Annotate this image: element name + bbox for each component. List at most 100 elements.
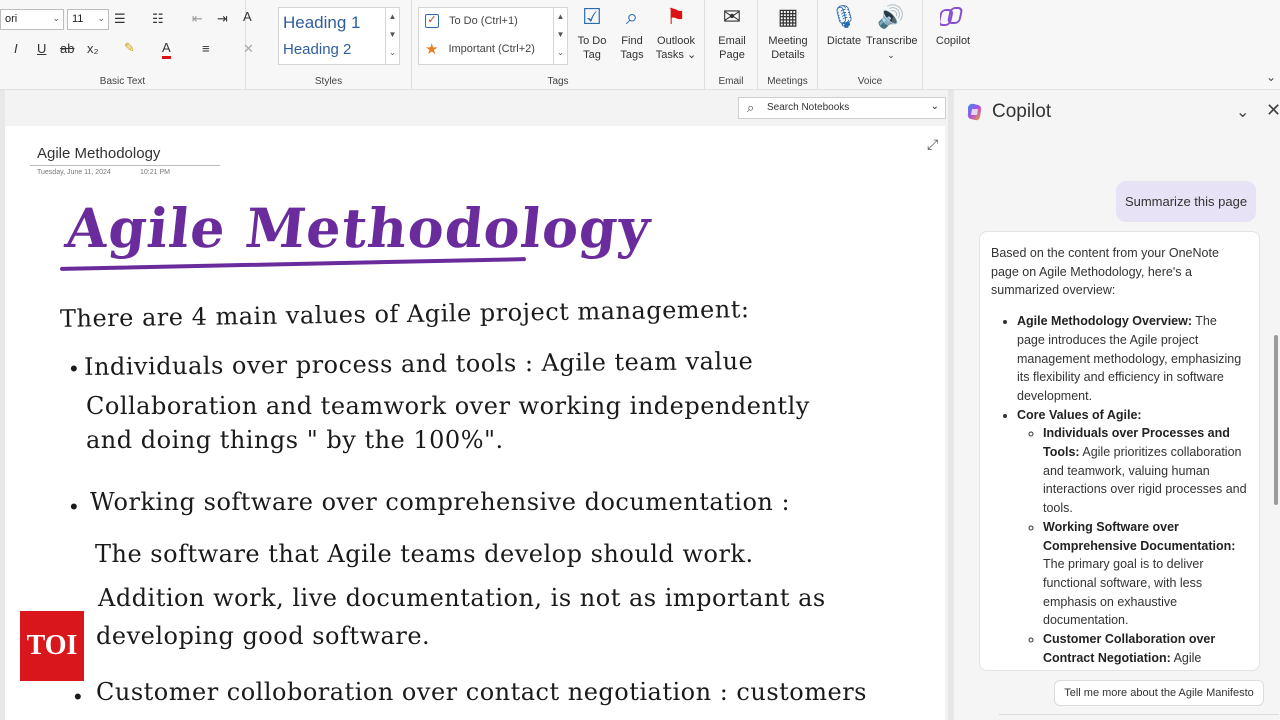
tag-todo[interactable]: ✓ To Do (Ctrl+1) <box>425 14 518 28</box>
copilot-icon <box>930 4 976 30</box>
chevron-down-icon: ⌄ <box>97 13 105 23</box>
ink-line[interactable]: Customer colloboration over contact nego… <box>96 678 867 706</box>
ink-line[interactable]: The software that Agile teams develop sh… <box>95 540 754 568</box>
ink-line[interactable]: Individuals over process and tools : Agi… <box>84 347 753 381</box>
copilot-title: Copilot <box>992 101 1052 122</box>
subscript-icon[interactable]: x₂ <box>87 41 99 57</box>
find-tags-button[interactable]: ⌕ Find Tags <box>614 4 650 62</box>
ink-line[interactable]: and doing things " by the 100%". <box>86 426 504 454</box>
voice-label: Voice <box>857 76 883 87</box>
tag-todo-label: To Do (Ctrl+1) <box>449 15 518 27</box>
tag-important-label: Important (Ctrl+2) <box>448 43 535 55</box>
italic-icon[interactable]: I <box>14 41 18 57</box>
more-icon[interactable]: ⌄ <box>554 44 567 62</box>
basic-text-group: ori ⌄ 11 ⌄ ☰ ☷ ⇤ ⇥ A I U ab x₂ ✎ A ≡ ✕ B… <box>0 0 254 90</box>
reply-intro: Based on the content from your OneNote p… <box>991 246 1219 298</box>
ink-line[interactable]: Addition work, live documentation, is no… <box>98 584 826 612</box>
dictate-label: Dictate <box>826 35 862 47</box>
font-name-select[interactable]: ori ⌄ <box>0 9 64 30</box>
collapse-ribbon-icon[interactable]: ⌄ <box>1266 70 1276 84</box>
decrease-indent-icon[interactable]: ⇤ <box>192 11 203 27</box>
ink-line[interactable]: Working software over comprehensive docu… <box>90 488 790 516</box>
highlight-icon[interactable]: ✎ <box>124 40 135 56</box>
chevron-down-icon[interactable]: ⌄ <box>866 48 916 62</box>
expand-icon[interactable]: ⤢ <box>927 136 938 153</box>
styles-gallery[interactable]: Heading 1 Heading 2 ▲ ▼ ⌄ <box>278 7 400 65</box>
reply-subitem-text: Agile <box>1170 650 1202 665</box>
page-date: Tuesday, June 11, 2024 <box>37 169 111 176</box>
transcribe-button[interactable]: 🔊 Transcribe ⌄ <box>866 4 918 62</box>
todo-tag-button[interactable]: ☑ To Do Tag <box>574 4 610 62</box>
reply-sublist: Individuals over Processes and Tools: Ag… <box>1017 424 1248 667</box>
font-color-icon[interactable]: A <box>162 40 171 59</box>
ink-line[interactable]: Collaboration and teamwork over working … <box>86 392 810 420</box>
style-heading-1[interactable]: Heading 1 <box>283 13 361 33</box>
reply-subitem: Individuals over Processes and Tools: Ag… <box>1043 424 1248 518</box>
page-time: 10:21 PM <box>140 169 170 176</box>
font-size-select[interactable]: 11 ⌄ <box>67 9 109 30</box>
copilot-button[interactable]: Copilot <box>930 4 976 48</box>
ink-bullet: • <box>74 684 82 709</box>
basic-text-label: Basic Text <box>99 76 146 87</box>
suggestion-chip[interactable]: Tell me more about the Agile Manifesto <box>1054 680 1264 706</box>
meeting-details-label: Meeting Details <box>768 35 808 61</box>
reply-item: Core Values of Agile: Individuals over P… <box>1017 406 1248 668</box>
tags-gallery[interactable]: ✓ To Do (Ctrl+1) ★ Important (Ctrl+2) ▲ … <box>418 7 568 65</box>
close-icon[interactable]: ✕ <box>1266 100 1280 121</box>
transcribe-label: Transcribe <box>866 35 918 47</box>
copilot-pane: Copilot ⌄ ✕ Summarize this page Based on… <box>954 90 1280 720</box>
reply-subitem-text: The primary goal is to deliver functiona… <box>1043 557 1204 628</box>
page-title[interactable]: Agile Methodology <box>37 145 160 162</box>
microphone-icon: 🎙 <box>830 4 858 29</box>
ink-heading[interactable]: Agile Methodology <box>63 196 654 260</box>
dictate-button[interactable]: 🎙 Dictate <box>824 4 864 48</box>
copilot-input-area[interactable] <box>999 714 1279 720</box>
chevron-down-icon[interactable]: ⌄ <box>1236 102 1249 122</box>
tag-important[interactable]: ★ Important (Ctrl+2) <box>425 40 535 58</box>
meeting-details-button[interactable]: ▦ Meeting Details <box>764 4 812 62</box>
meetings-label: Meetings <box>767 76 808 87</box>
reply-item: Agile Methodology Overview: The page int… <box>1017 312 1248 406</box>
email-group: ✉ Email Page Email <box>705 0 758 90</box>
toi-watermark-logo: TOI <box>20 611 84 681</box>
scroll-up-icon[interactable]: ▲ <box>554 8 567 26</box>
search-notebooks[interactable]: ⌕ Search Notebooks ⌄ <box>738 97 946 119</box>
user-message: Summarize this page <box>1116 181 1256 222</box>
reply-subitem-title: Working Software over Comprehensive Docu… <box>1043 519 1236 553</box>
voice-group: 🎙 Dictate 🔊 Transcribe ⌄ Voice <box>818 0 923 90</box>
tags-scroll[interactable]: ▲ ▼ ⌄ <box>553 8 567 64</box>
increase-indent-icon[interactable]: ⇥ <box>217 11 228 27</box>
chevron-down-icon: ⌄ <box>52 13 60 23</box>
email-page-button[interactable]: ✉ Email Page <box>713 4 751 62</box>
tags-label: Tags <box>547 76 569 87</box>
ink-line[interactable]: developing good software. <box>96 622 430 650</box>
todo-tag-label: To Do Tag <box>577 35 607 61</box>
more-icon[interactable]: ⌄ <box>386 44 399 62</box>
underline-icon[interactable]: U <box>37 41 46 57</box>
find-tags-icon: ⌕ <box>625 4 639 29</box>
align-icon[interactable]: ≡ <box>202 41 210 57</box>
reply-subitem: Working Software over Comprehensive Docu… <box>1043 518 1248 630</box>
strikethrough-icon[interactable]: ab <box>60 41 74 57</box>
outlook-tasks-button[interactable]: ⚑ Outlook Tasks ⌄ <box>652 4 700 62</box>
envelope-icon: ✉ <box>722 4 742 29</box>
copilot-logo-icon <box>967 103 982 121</box>
copilot-scrollbar[interactable] <box>1274 335 1278 505</box>
reply-subitem: Customer Collaboration over Contract Neg… <box>1043 630 1248 667</box>
style-heading-2[interactable]: Heading 2 <box>283 41 351 58</box>
copilot-reply: Based on the content from your OneNote p… <box>979 231 1260 671</box>
scroll-down-icon[interactable]: ▼ <box>386 26 399 44</box>
font-name-value: ori <box>5 13 18 25</box>
scroll-down-icon[interactable]: ▼ <box>554 26 567 44</box>
star-icon: ★ <box>425 41 439 58</box>
ink-bullet: • <box>70 356 78 381</box>
styles-scroll[interactable]: ▲ ▼ ⌄ <box>385 8 399 64</box>
scroll-up-icon[interactable]: ▲ <box>386 8 399 26</box>
email-page-label: Email Page <box>718 35 746 61</box>
chevron-down-icon[interactable]: ⌄ <box>931 101 939 112</box>
meetings-group: ▦ Meeting Details Meetings <box>758 0 818 90</box>
bullets-icon[interactable]: ☰ <box>114 11 126 27</box>
numbering-icon[interactable]: ☷ <box>152 11 164 27</box>
reply-list: Agile Methodology Overview: The page int… <box>991 312 1248 667</box>
email-label: Email <box>718 76 744 87</box>
